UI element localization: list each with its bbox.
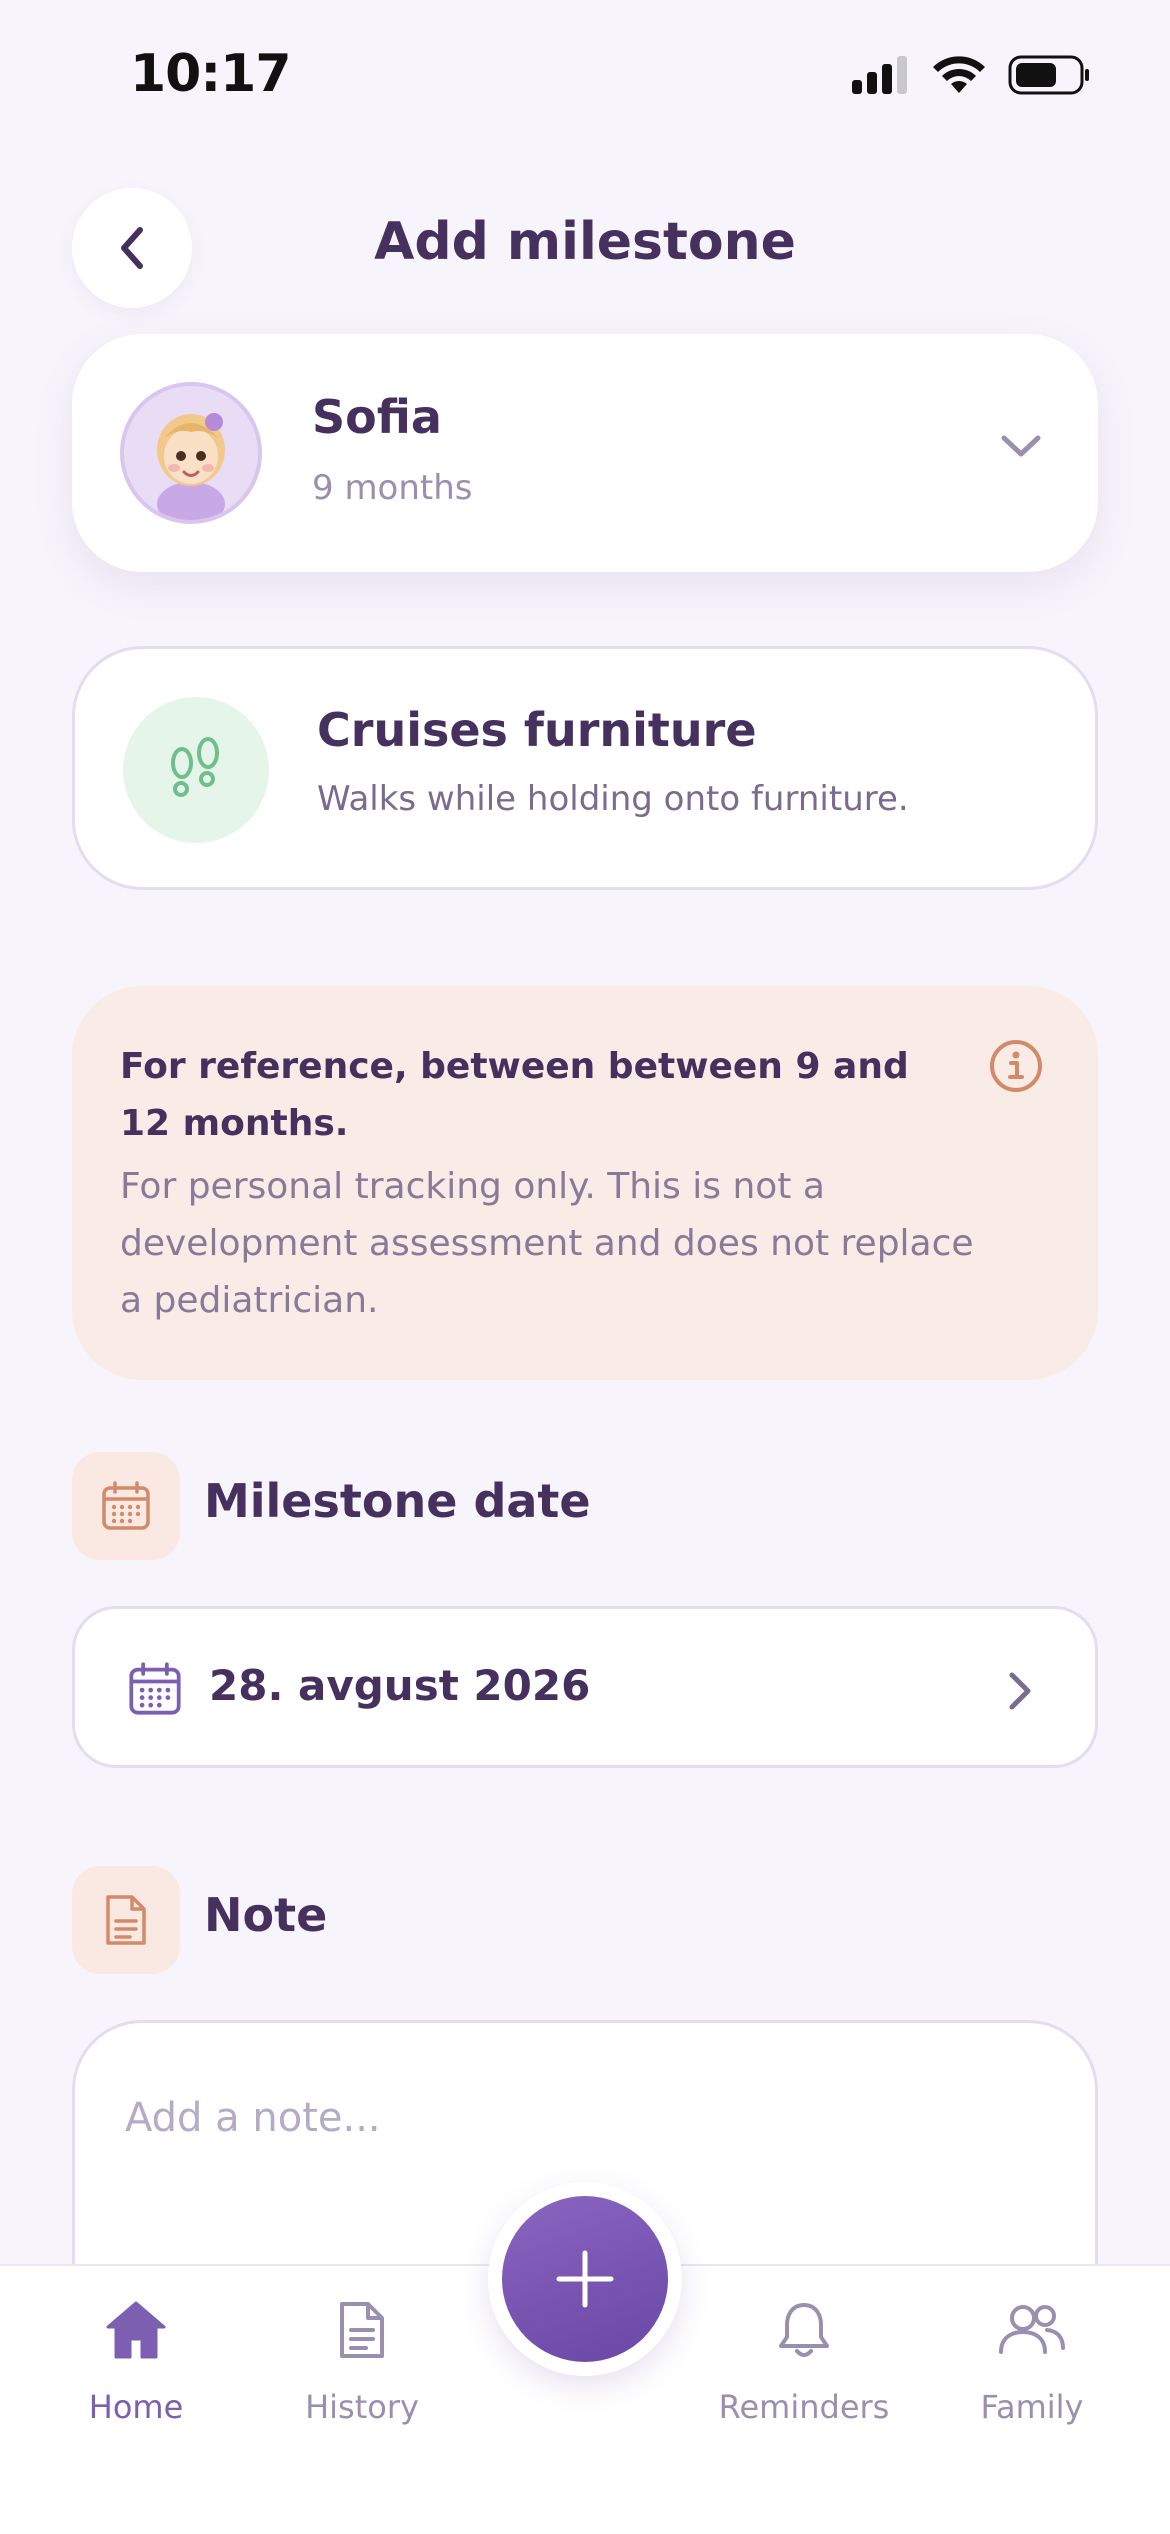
bell-icon — [779, 2303, 829, 2357]
tab-reminders-label: Reminders — [718, 2388, 890, 2426]
footprints-icon — [123, 697, 269, 843]
tab-history-label: History — [305, 2388, 419, 2426]
tab-home[interactable]: Home — [36, 2292, 236, 2426]
tab-history[interactable]: History — [262, 2292, 462, 2426]
plus-icon — [556, 2250, 614, 2308]
page-title: Add milestone — [374, 212, 796, 272]
home-icon — [106, 2301, 166, 2359]
child-name: Sofia — [312, 390, 442, 444]
info-icon[interactable] — [988, 1038, 1044, 1094]
date-value: 28. avgust 2026 — [209, 1661, 591, 1710]
status-icons — [852, 52, 1092, 98]
disclaimer-text: For personal tracking only. This is not … — [120, 1166, 974, 1321]
calendar-section-icon — [72, 1452, 180, 1560]
document-icon — [340, 2302, 384, 2358]
reference-range-text: For reference, between between 9 and 12 … — [120, 1046, 909, 1144]
avatar — [120, 382, 262, 524]
milestone-date-title: Milestone date — [204, 1474, 591, 1528]
milestone-description: Walks while holding onto furniture. — [317, 779, 909, 819]
signal-icon — [852, 56, 907, 94]
date-picker-field[interactable]: 28. avgust 2026 — [72, 1606, 1098, 1768]
people-icon — [999, 2305, 1065, 2354]
note-title: Note — [204, 1888, 328, 1942]
calendar-icon — [102, 1481, 150, 1530]
milestone-title: Cruises furniture — [317, 703, 757, 757]
tab-reminders[interactable]: Reminders — [704, 2292, 904, 2426]
reference-notice: For reference, between between 9 and 12 … — [72, 986, 1098, 1380]
battery-icon — [1008, 55, 1089, 95]
add-button[interactable] — [502, 2196, 668, 2362]
tab-home-label: Home — [88, 2388, 184, 2426]
note-section-icon — [72, 1866, 180, 1974]
document-icon — [106, 1895, 146, 1945]
status-time: 10:17 — [130, 44, 292, 104]
wifi-icon — [933, 56, 985, 93]
milestone-card: Cruises furniture Walks while holding on… — [72, 646, 1098, 890]
note-placeholder: Add a note... — [125, 2095, 381, 2141]
chevron-down-icon — [1001, 435, 1041, 457]
child-age: 9 months — [312, 468, 473, 508]
chevron-right-icon — [1009, 1672, 1031, 1710]
calendar-icon — [129, 1662, 181, 1715]
tab-family-label: Family — [980, 2388, 1084, 2426]
tab-family[interactable]: Family — [932, 2292, 1132, 2426]
child-selector[interactable]: Sofia 9 months — [72, 334, 1098, 572]
